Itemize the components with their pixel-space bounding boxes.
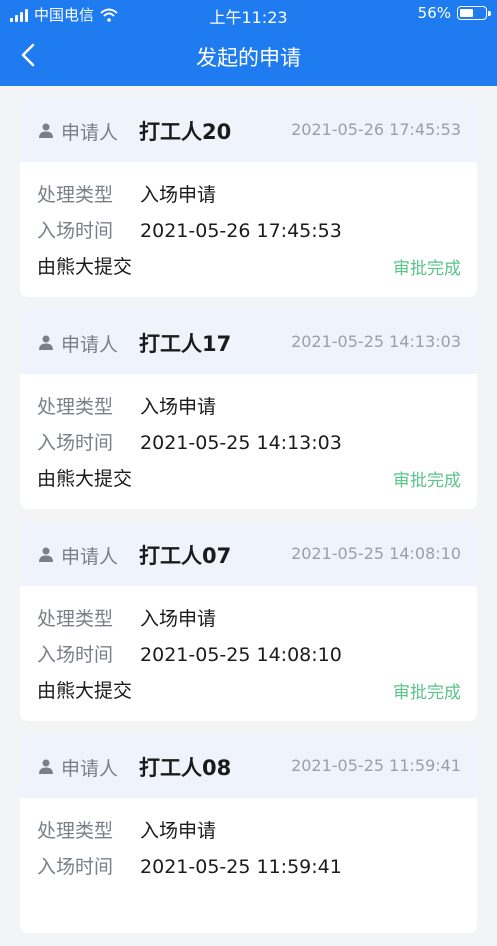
entry-time-label: 入场时间: [37, 432, 114, 454]
approval-status-badge: 审批完成: [393, 259, 461, 279]
status-bar: 中国电信 上午11:23 56%: [0, 0, 497, 30]
entry-time-row: 入场时间 2021-05-25 11:59:41: [37, 852, 342, 879]
submit-time: 2021-05-25 14:13:03: [291, 332, 461, 351]
entry-time-value: 2021-05-25 14:08:10: [140, 644, 342, 666]
battery-percent: 56%: [417, 4, 451, 22]
type-label: 处理类型: [37, 396, 114, 418]
type-label: 处理类型: [37, 820, 114, 842]
card-header: 申请人 打工人20 2021-05-26 17:45:53: [20, 98, 477, 162]
type-value: 入场申请: [140, 820, 217, 842]
entry-time-label: 入场时间: [37, 644, 114, 666]
submitter-text: 由熊大提交: [37, 680, 133, 702]
entry-time-value: 2021-05-25 11:59:41: [140, 856, 342, 878]
submit-time: 2021-05-25 11:59:41: [291, 756, 461, 775]
navbar: 发起的申请: [0, 30, 497, 86]
application-card[interactable]: 申请人 打工人20 2021-05-26 17:45:53 处理类型 入场申请 …: [20, 98, 477, 297]
application-card[interactable]: 申请人 打工人07 2021-05-25 14:08:10 处理类型 入场申请 …: [20, 522, 477, 721]
submitter-text: 由熊大提交: [37, 256, 133, 278]
type-row: 处理类型 入场申请: [37, 180, 216, 207]
card-header: 申请人 打工人17 2021-05-25 14:13:03: [20, 310, 477, 374]
type-value: 入场申请: [140, 396, 217, 418]
page-title: 发起的申请: [196, 46, 301, 70]
applicant-label: 申请人: [61, 758, 119, 780]
applicant-label: 申请人: [61, 546, 119, 568]
submitter-text: 由熊大提交: [37, 468, 133, 490]
person-icon: [39, 547, 53, 562]
submit-time: 2021-05-25 14:08:10: [291, 544, 461, 563]
applicant-label: 申请人: [61, 334, 119, 356]
battery-icon: [457, 6, 491, 20]
entry-time-value: 2021-05-26 17:45:53: [140, 220, 342, 242]
person-icon: [39, 759, 53, 774]
applicant-label: 申请人: [61, 122, 119, 144]
application-list: 申请人 打工人20 2021-05-26 17:45:53 处理类型 入场申请 …: [20, 98, 477, 946]
type-label: 处理类型: [37, 184, 114, 206]
type-row: 处理类型 入场申请: [37, 816, 216, 843]
entry-time-row: 入场时间 2021-05-25 14:13:03: [37, 428, 342, 455]
person-icon: [39, 335, 53, 350]
status-right: 56%: [417, 4, 491, 22]
applicant-name: 打工人17: [139, 332, 232, 356]
application-card[interactable]: 申请人 打工人17 2021-05-25 14:13:03 处理类型 入场申请 …: [20, 310, 477, 509]
card-header: 申请人 打工人08 2021-05-25 11:59:41: [20, 734, 477, 798]
person-icon: [39, 123, 53, 138]
type-label: 处理类型: [37, 608, 114, 630]
card-header: 申请人 打工人07 2021-05-25 14:08:10: [20, 522, 477, 586]
entry-time-value: 2021-05-25 14:13:03: [140, 432, 342, 454]
type-value: 入场申请: [140, 184, 217, 206]
approval-status-badge: 审批完成: [393, 683, 461, 703]
type-value: 入场申请: [140, 608, 217, 630]
application-card[interactable]: 申请人 打工人08 2021-05-25 11:59:41 处理类型 入场申请 …: [20, 734, 477, 933]
entry-time-label: 入场时间: [37, 856, 114, 878]
app-header: 中国电信 上午11:23 56% 发起的申请: [0, 0, 497, 86]
submit-time: 2021-05-26 17:45:53: [291, 120, 461, 139]
type-row: 处理类型 入场申请: [37, 604, 216, 631]
applicant-name: 打工人08: [139, 756, 232, 780]
applicant-name: 打工人20: [139, 120, 232, 144]
entry-time-row: 入场时间 2021-05-26 17:45:53: [37, 216, 342, 243]
entry-time-label: 入场时间: [37, 220, 114, 242]
approval-status-badge: 审批完成: [393, 471, 461, 491]
applicant-name: 打工人07: [139, 544, 232, 568]
entry-time-row: 入场时间 2021-05-25 14:08:10: [37, 640, 342, 667]
type-row: 处理类型 入场申请: [37, 392, 216, 419]
